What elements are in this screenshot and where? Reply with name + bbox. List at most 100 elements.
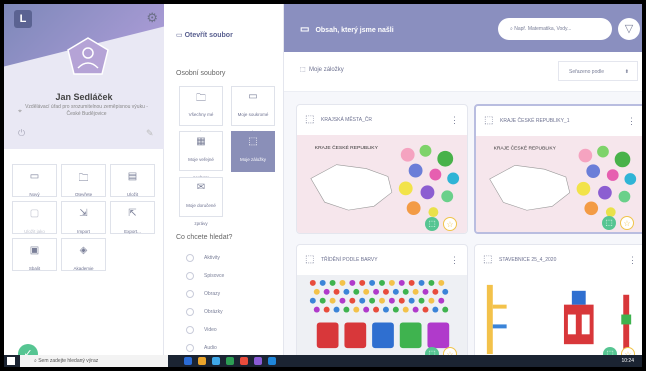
ball bbox=[382, 306, 389, 313]
radio-option[interactable]: Spisovce bbox=[186, 267, 224, 285]
ball bbox=[319, 297, 326, 304]
card-title: KRAJSKÁ MĚSTA_ČR bbox=[297, 105, 467, 135]
tile-open-folder[interactable]: 🗀 Otevřete bbox=[61, 164, 106, 197]
taskbar-search[interactable]: ⌕ Sem zadejte hledaný výraz bbox=[20, 355, 168, 367]
bookmarks-bar: ⬚ Moje záložky Seřazeno podle ⬍ bbox=[284, 52, 642, 92]
inbox-icon: ✉ bbox=[196, 182, 206, 193]
ball bbox=[408, 279, 415, 286]
folder-open-icon: ▭ bbox=[300, 24, 310, 35]
tile-save[interactable]: ▤ Uložit bbox=[110, 164, 155, 197]
edit-icon[interactable]: ✎ bbox=[146, 128, 154, 139]
folder-icon: ▭ bbox=[176, 32, 183, 39]
tile-public-files[interactable]: ▦Moje veřejné soubory bbox=[179, 131, 223, 180]
tile-academy[interactable]: ◈ Akademie bbox=[61, 238, 106, 271]
radio-option[interactable]: Obrázky bbox=[186, 303, 224, 321]
more-icon[interactable]: ⋮ bbox=[450, 245, 459, 275]
more-icon[interactable]: ⋮ bbox=[627, 106, 636, 136]
user-school: Vzdělávací úřad pro srozumitelnou zeměpi… bbox=[25, 104, 148, 117]
ball bbox=[422, 288, 429, 295]
ball bbox=[323, 306, 330, 313]
academy-icon: ◈ bbox=[79, 245, 88, 256]
radio-option[interactable]: Aktivity bbox=[186, 249, 224, 267]
location-pin-icon: ⌖ bbox=[18, 108, 22, 115]
ball bbox=[402, 306, 409, 313]
ball bbox=[309, 279, 316, 286]
tile-all-files[interactable]: 🗀Všechny mé soubory bbox=[179, 86, 223, 135]
export-icon: ⇱ bbox=[128, 208, 137, 219]
power-icon[interactable]: ⏻ bbox=[18, 128, 25, 139]
radio-circle bbox=[186, 290, 194, 298]
sort-dropdown[interactable]: Seřazeno podle ⬍ bbox=[558, 61, 638, 81]
file-panel: ▭ Otevřít soubor Osobní soubory 🗀 Všechny… bbox=[164, 4, 284, 367]
tile-export[interactable]: ⇱ Export... bbox=[110, 201, 155, 234]
tile-save-as[interactable]: ▢ Uložit jako bbox=[12, 201, 57, 234]
bookmark-button[interactable]: ⬚ bbox=[425, 217, 439, 231]
ball bbox=[329, 279, 336, 286]
filter-button[interactable]: ▽ bbox=[618, 18, 640, 40]
app-icon[interactable] bbox=[268, 357, 276, 365]
ball bbox=[442, 306, 449, 313]
ball bbox=[373, 306, 380, 313]
open-file-link[interactable]: ▭ Otevřít soubor bbox=[176, 31, 233, 39]
app-icon[interactable] bbox=[226, 357, 234, 365]
avatar[interactable] bbox=[66, 36, 110, 76]
tile-label: Uložit jako bbox=[24, 229, 45, 234]
ball bbox=[319, 279, 326, 286]
ball bbox=[379, 279, 385, 286]
ball bbox=[388, 279, 395, 286]
ball bbox=[422, 306, 429, 313]
ball bbox=[408, 297, 415, 304]
gear-icon[interactable]: ⚙ bbox=[146, 10, 158, 26]
all-files-icon: 🗀 bbox=[196, 93, 206, 104]
left-panel: L ⚙ Jan Sedláček ⌖ Vzdělávací úřad pro s… bbox=[4, 4, 164, 364]
ball bbox=[349, 297, 356, 304]
tile-bookmarks[interactable]: ⬚ Moje záložky bbox=[231, 131, 275, 172]
radio-option[interactable]: Video bbox=[186, 321, 224, 339]
ball bbox=[329, 297, 336, 304]
open-folder-icon: 🗀 bbox=[78, 173, 89, 184]
more-icon[interactable]: ⋮ bbox=[628, 245, 637, 275]
bookmark-button[interactable]: ⬚ bbox=[602, 216, 616, 230]
ball bbox=[333, 288, 340, 295]
content-card[interactable]: TŘÍDĚNÍ PODLE BARVY ⋮ ⬚ ☆ bbox=[296, 244, 468, 364]
search-input[interactable]: ⌕ Např. Matematika, Vody... bbox=[498, 18, 612, 40]
ball bbox=[392, 306, 399, 313]
windows-start-icon[interactable] bbox=[7, 357, 15, 365]
save-icon: ▤ bbox=[127, 171, 138, 182]
app-icon[interactable] bbox=[254, 357, 262, 365]
tile-collapse[interactable]: ▣ Sbalit bbox=[12, 238, 57, 271]
more-icon[interactable]: ⋮ bbox=[450, 105, 459, 135]
ball bbox=[349, 279, 356, 286]
radio-option[interactable]: Obrazy bbox=[186, 285, 224, 303]
tile-private-files[interactable]: ▭Moje soukromé soubory bbox=[231, 86, 275, 135]
ball bbox=[412, 288, 419, 295]
content-card[interactable]: STAVEBNICE 25_4_2020 ⋮ ⬚ ☆ bbox=[474, 244, 642, 364]
tile-inbox[interactable]: ✉ Moje doručené zprávy bbox=[179, 177, 223, 226]
ball bbox=[398, 279, 405, 286]
radio-circle bbox=[186, 344, 194, 352]
ball bbox=[398, 297, 405, 304]
tile-import[interactable]: ⇲ Import bbox=[61, 201, 106, 234]
map-caption: KRAJE ČESKÉ REPUBLIKY bbox=[494, 145, 557, 152]
app-icon[interactable] bbox=[240, 357, 248, 365]
collapse-icon: ▣ bbox=[29, 245, 40, 256]
ball bbox=[369, 297, 376, 304]
app-icon[interactable] bbox=[184, 357, 192, 365]
bookmark-small-icon: ⬚ bbox=[300, 67, 306, 73]
ball bbox=[339, 279, 346, 286]
ball bbox=[379, 297, 385, 304]
map-thumbnail: KRAJE ČESKÉ REPUBLIKY bbox=[297, 135, 467, 233]
content-card[interactable]: KRAJSKÁ MĚSTA_ČR ⋮ KRAJE ČESKÉ REPUBLIKY… bbox=[296, 104, 468, 234]
star-icon[interactable]: ☆ bbox=[620, 216, 634, 230]
app-logo[interactable]: L bbox=[14, 10, 32, 28]
tile-label: Uložit bbox=[126, 192, 139, 197]
ball bbox=[392, 288, 399, 295]
tile-label: Import bbox=[77, 229, 90, 234]
ball bbox=[323, 288, 330, 295]
content-card[interactable]: KRAJE ČESKÉ REPUBLIKY_1 ⋮ KRAJE ČESKÉ RE… bbox=[474, 104, 642, 234]
app-icon[interactable] bbox=[212, 357, 220, 365]
map-thumbnail: KRAJE ČESKÉ REPUBLIKY bbox=[476, 136, 642, 232]
app-icon[interactable] bbox=[198, 357, 206, 365]
tile-new[interactable]: ▭ Nový bbox=[12, 164, 57, 197]
star-icon[interactable]: ☆ bbox=[443, 217, 457, 231]
